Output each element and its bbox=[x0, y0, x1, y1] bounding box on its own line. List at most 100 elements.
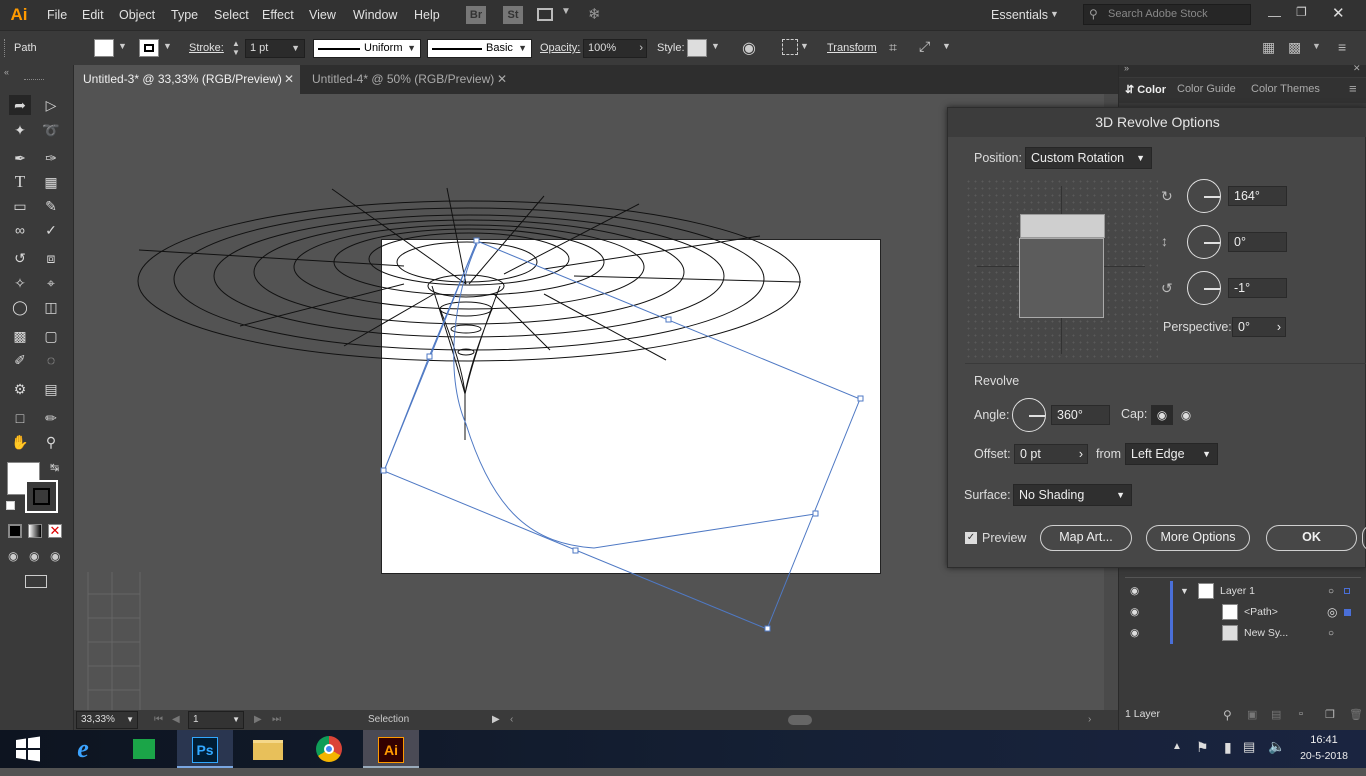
menu-file[interactable]: File bbox=[47, 0, 67, 30]
recolor-artwork-icon[interactable]: ◉ bbox=[742, 38, 756, 58]
magic-wand-tool-icon[interactable]: ✦ bbox=[9, 120, 31, 140]
tab-color[interactable]: ⇵ Color bbox=[1125, 83, 1166, 96]
close-icon[interactable]: ✕ bbox=[1353, 63, 1361, 74]
scale-tool-icon[interactable]: ⧈ bbox=[40, 248, 62, 268]
cancel-button-partial[interactable] bbox=[1362, 525, 1366, 551]
layer-row-symbol[interactable]: ◉ New Sy... ○ bbox=[1124, 623, 1360, 644]
swap-colors-icon[interactable]: ↹ bbox=[50, 461, 59, 474]
track-cube-top[interactable] bbox=[1020, 214, 1105, 238]
shaper-tool-icon[interactable]: ∞ bbox=[9, 220, 31, 240]
brush-definition[interactable]: Basic ▼ bbox=[427, 39, 532, 58]
first-artboard-icon[interactable]: ⏮ bbox=[154, 710, 163, 730]
chevron-down-icon[interactable]: ▼ bbox=[118, 41, 127, 51]
menu-window[interactable]: Window bbox=[353, 0, 397, 30]
lasso-tool-icon[interactable]: ➰ bbox=[40, 120, 62, 140]
photoshop-taskbar-item[interactable]: Ps bbox=[177, 730, 233, 768]
y-rotation-dial[interactable] bbox=[1187, 225, 1221, 259]
tab-color-themes[interactable]: Color Themes bbox=[1251, 83, 1320, 95]
scroll-left-icon[interactable]: ‹ bbox=[510, 710, 513, 730]
chrome-icon[interactable] bbox=[301, 730, 357, 768]
position-dropdown[interactable]: Custom Rotation ▼ bbox=[1025, 147, 1152, 169]
prev-artboard-icon[interactable]: ◀ bbox=[172, 710, 180, 730]
internet-explorer-icon[interactable]: e bbox=[55, 730, 111, 768]
free-transform-tool-icon[interactable]: ⌖ bbox=[40, 273, 62, 293]
chevron-down-icon[interactable]: ▼ bbox=[711, 41, 720, 51]
stroke-weight-input[interactable]: 1 pt ▼ bbox=[245, 39, 305, 58]
store-icon[interactable] bbox=[116, 730, 172, 768]
cap-on-button[interactable]: ◉ bbox=[1151, 405, 1173, 425]
draw-inside-icon[interactable]: ◉ bbox=[50, 549, 60, 563]
menu-view[interactable]: View bbox=[309, 0, 336, 30]
menu-effect[interactable]: Effect bbox=[262, 0, 294, 30]
clock-date[interactable]: 20-5-2018 bbox=[1296, 750, 1352, 762]
eraser-tool-icon[interactable]: ✓ bbox=[40, 220, 62, 240]
selection-indicator[interactable] bbox=[1344, 609, 1351, 616]
z-rotation-input[interactable]: -1° bbox=[1228, 278, 1287, 298]
menu-object[interactable]: Object bbox=[119, 0, 155, 30]
volume-icon[interactable]: 🔈 bbox=[1268, 738, 1285, 755]
x-rotation-input[interactable]: 164° bbox=[1228, 186, 1287, 206]
width-tool-icon[interactable]: ✧ bbox=[9, 273, 31, 293]
file-explorer-icon[interactable] bbox=[240, 730, 296, 768]
layer-row-path[interactable]: ◉ <Path> ◎ bbox=[1124, 602, 1360, 623]
last-artboard-icon[interactable]: ⏭ bbox=[272, 710, 281, 730]
collapse-icon[interactable]: « bbox=[4, 67, 9, 77]
artboard-tool-icon[interactable]: □ bbox=[9, 408, 31, 428]
rectangle-tool-icon[interactable]: ▭ bbox=[9, 196, 31, 216]
search-icon[interactable]: ⚲ bbox=[1223, 708, 1232, 722]
stock-button[interactable]: St bbox=[503, 6, 523, 24]
tab-untitled-3[interactable]: Untitled-3* @ 33,33% (RGB/Preview) ✕ bbox=[74, 65, 300, 94]
from-dropdown[interactable]: Left Edge ▼ bbox=[1125, 443, 1218, 465]
more-options-button[interactable]: More Options bbox=[1146, 525, 1250, 551]
gpu-performance-icon[interactable]: ❄ bbox=[588, 5, 601, 23]
preview-checkbox[interactable]: ✓ bbox=[965, 532, 977, 544]
stroke-color-swatch[interactable] bbox=[25, 480, 58, 513]
y-rotation-input[interactable]: 0° bbox=[1228, 232, 1287, 252]
track-cube-area[interactable] bbox=[965, 178, 1158, 361]
gradient-mode-icon[interactable] bbox=[28, 524, 42, 538]
default-colors-icon[interactable] bbox=[6, 501, 15, 510]
transform-link[interactable]: Transform bbox=[827, 31, 877, 66]
z-rotation-dial[interactable] bbox=[1187, 271, 1221, 305]
chevron-down-icon[interactable]: ▼ bbox=[163, 41, 172, 51]
tab-untitled-4[interactable]: Untitled-4* @ 50% (RGB/Preview) ✕ bbox=[303, 65, 518, 94]
chevron-down-icon[interactable]: ▼ bbox=[800, 41, 809, 51]
track-cube-front[interactable] bbox=[1019, 238, 1104, 318]
symbol-name[interactable]: New Sy... bbox=[1244, 623, 1288, 644]
stroke-stepper[interactable]: ▲ ▼ bbox=[229, 39, 243, 58]
artboard-number-field[interactable]: 1 ▼ bbox=[188, 711, 244, 729]
menu-help[interactable]: Help bbox=[414, 0, 440, 30]
menu-edit[interactable]: Edit bbox=[82, 0, 104, 30]
isolate-object-icon[interactable]: ⌗ bbox=[889, 39, 897, 56]
workspace-switcher[interactable]: Essentials bbox=[991, 0, 1048, 30]
expand-icon[interactable]: » bbox=[1124, 63, 1129, 73]
map-art-button[interactable]: Map Art... bbox=[1040, 525, 1132, 551]
chevron-down-icon[interactable]: ▼ bbox=[1180, 581, 1189, 602]
distribute-icon[interactable]: ▩ bbox=[1288, 39, 1301, 56]
draw-behind-icon[interactable]: ◉ bbox=[29, 549, 39, 563]
panel-menu-icon[interactable]: ≡ bbox=[1349, 81, 1357, 96]
preview-label[interactable]: Preview bbox=[982, 531, 1026, 545]
illustrator-taskbar-item[interactable]: Ai bbox=[363, 730, 419, 768]
target-icon[interactable]: ◎ bbox=[1327, 602, 1337, 623]
show-hidden-icons[interactable]: ▲ bbox=[1172, 741, 1182, 752]
angle-dial[interactable] bbox=[1012, 398, 1046, 432]
selection-indicator[interactable] bbox=[1344, 588, 1350, 594]
perspective-grid-tool-icon[interactable]: ◫ bbox=[40, 297, 62, 317]
blend-tool-icon[interactable]: ◌ bbox=[40, 350, 62, 370]
battery-icon[interactable]: ▮ bbox=[1224, 739, 1232, 756]
draw-normal-icon[interactable]: ◉ bbox=[8, 549, 18, 563]
opacity-input[interactable]: 100% › bbox=[583, 39, 647, 58]
path-name[interactable]: <Path> bbox=[1244, 602, 1278, 623]
scroll-right-icon[interactable]: › bbox=[1088, 710, 1091, 730]
panel-menu-icon[interactable]: ≡ bbox=[1338, 39, 1346, 55]
column-graph-tool-icon[interactable]: ▤ bbox=[40, 379, 62, 399]
x-rotation-dial[interactable] bbox=[1187, 179, 1221, 213]
menu-type[interactable]: Type bbox=[171, 0, 198, 30]
horizontal-scroll-thumb[interactable] bbox=[788, 715, 812, 725]
status-menu-icon[interactable]: ▶ bbox=[492, 710, 500, 730]
collect-export-icon[interactable]: ▣ bbox=[1247, 708, 1257, 721]
mesh-tool-icon[interactable]: ▩ bbox=[9, 326, 31, 346]
rotate-tool-icon[interactable]: ↺ bbox=[9, 248, 31, 268]
start-button[interactable] bbox=[0, 730, 56, 768]
